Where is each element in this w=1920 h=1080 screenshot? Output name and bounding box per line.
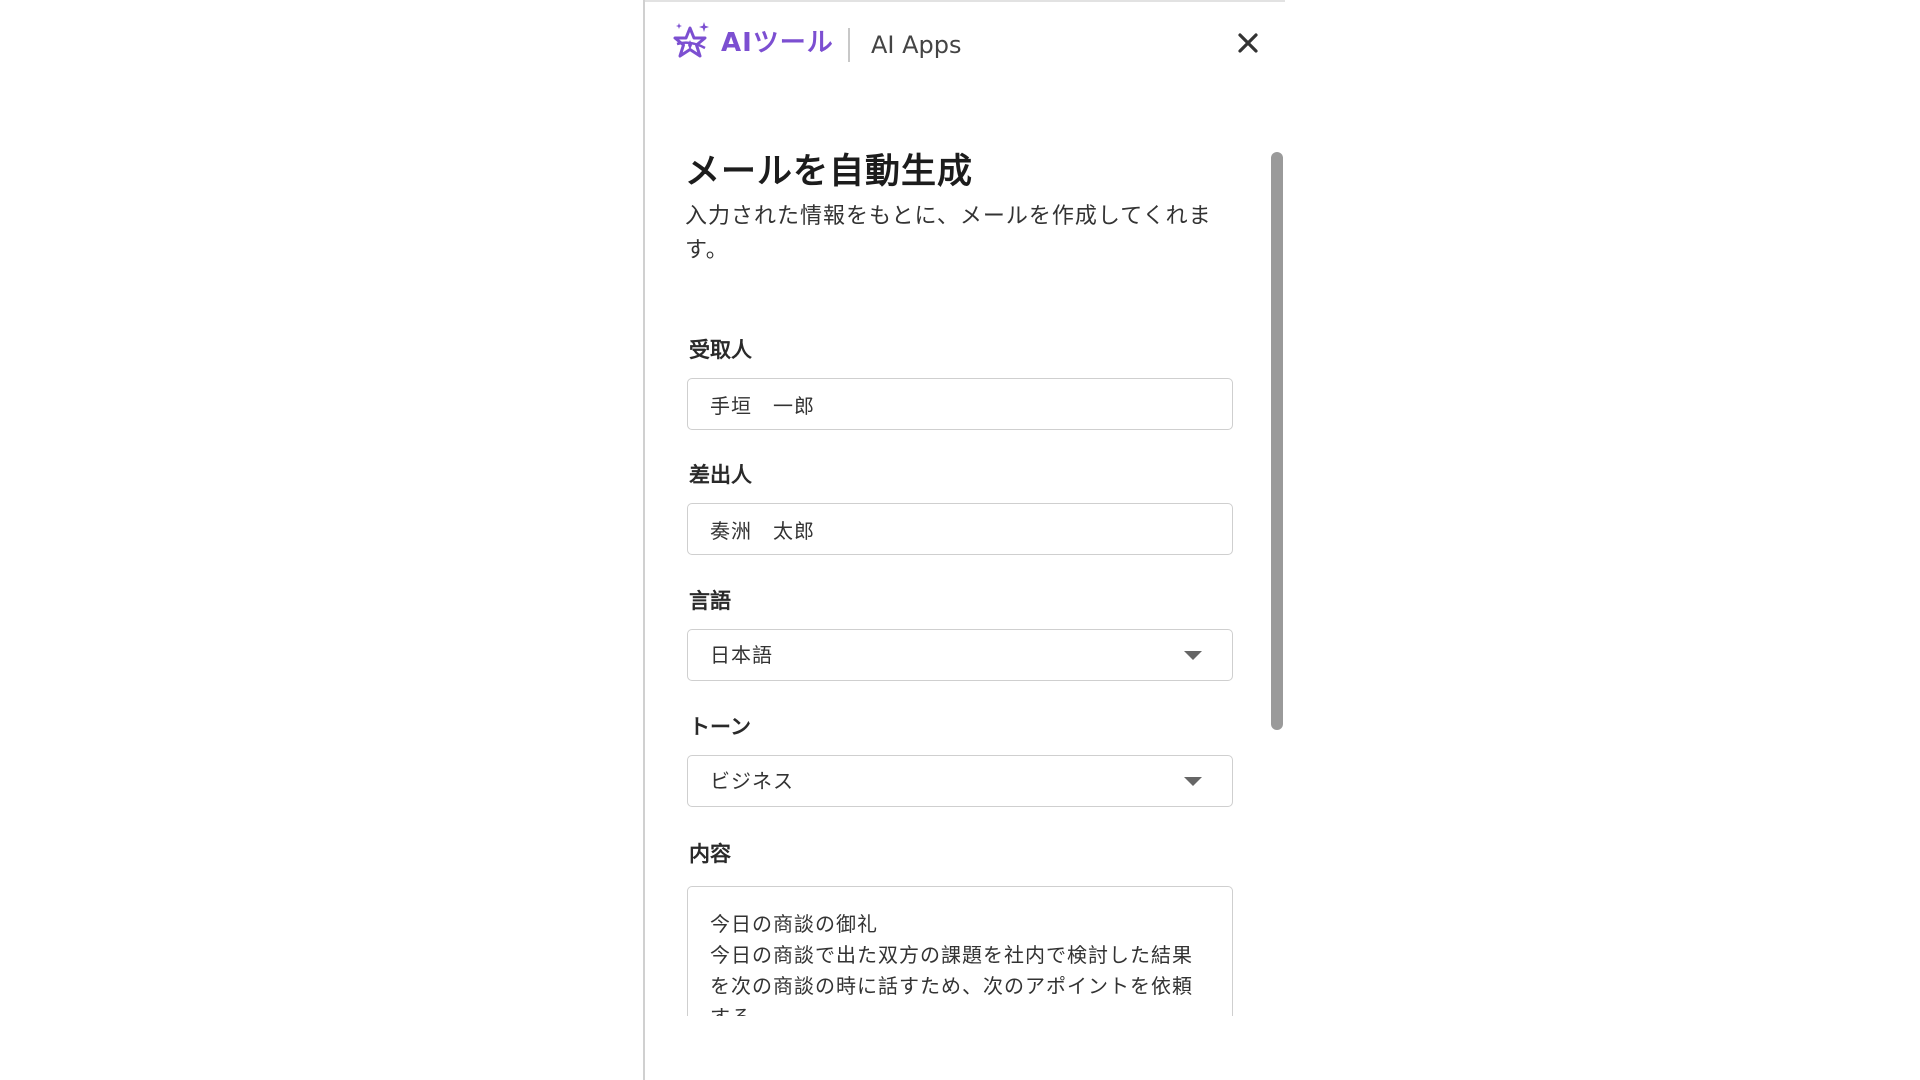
page-intro: メールを自動生成 入力された情報をもとに、メールを作成してくれます。 [685,150,1245,268]
tone-select[interactable]: ビジネス [687,755,1233,807]
recipient-label: 受取人 [689,338,752,362]
sender-label: 差出人 [689,463,752,487]
header-divider [848,28,850,62]
tone-selected-value: ビジネス [710,769,794,793]
close-icon [1238,33,1258,53]
chevron-down-icon [1184,776,1202,786]
language-label: 言語 [689,589,731,613]
page-description: 入力された情報をもとに、メールを作成してくれます。 [685,204,1212,263]
scrollbar-thumb[interactable] [1271,152,1283,730]
apps-label: AI Apps [871,31,962,59]
sparkle-star-icon [673,22,709,58]
ai-tools-panel: AIツール AI Apps メールを自動生成 入力された情報をもとに、メールを作… [643,0,1285,1080]
recipient-input[interactable] [687,378,1233,430]
panel-bottom-mask [645,1016,1285,1080]
tone-label: トーン [689,715,751,739]
language-select[interactable]: 日本語 [687,629,1233,681]
chevron-down-icon [1184,650,1202,660]
content-textarea-wrapper: 今日の商談の御礼 今日の商談で出た双方の課題を社内で検討した結果を次の商談の時に… [687,886,1233,1026]
sender-input[interactable] [687,503,1233,555]
content-textarea[interactable]: 今日の商談の御礼 今日の商談で出た双方の課題を社内で検討した結果を次の商談の時に… [688,887,1232,1026]
close-button[interactable] [1231,26,1265,60]
panel-header: AIツール AI Apps [645,0,1285,90]
content-label: 内容 [689,842,731,866]
brand-name: AIツール [721,28,834,58]
language-selected-value: 日本語 [710,643,773,667]
page-title: メールを自動生成 [685,152,974,192]
